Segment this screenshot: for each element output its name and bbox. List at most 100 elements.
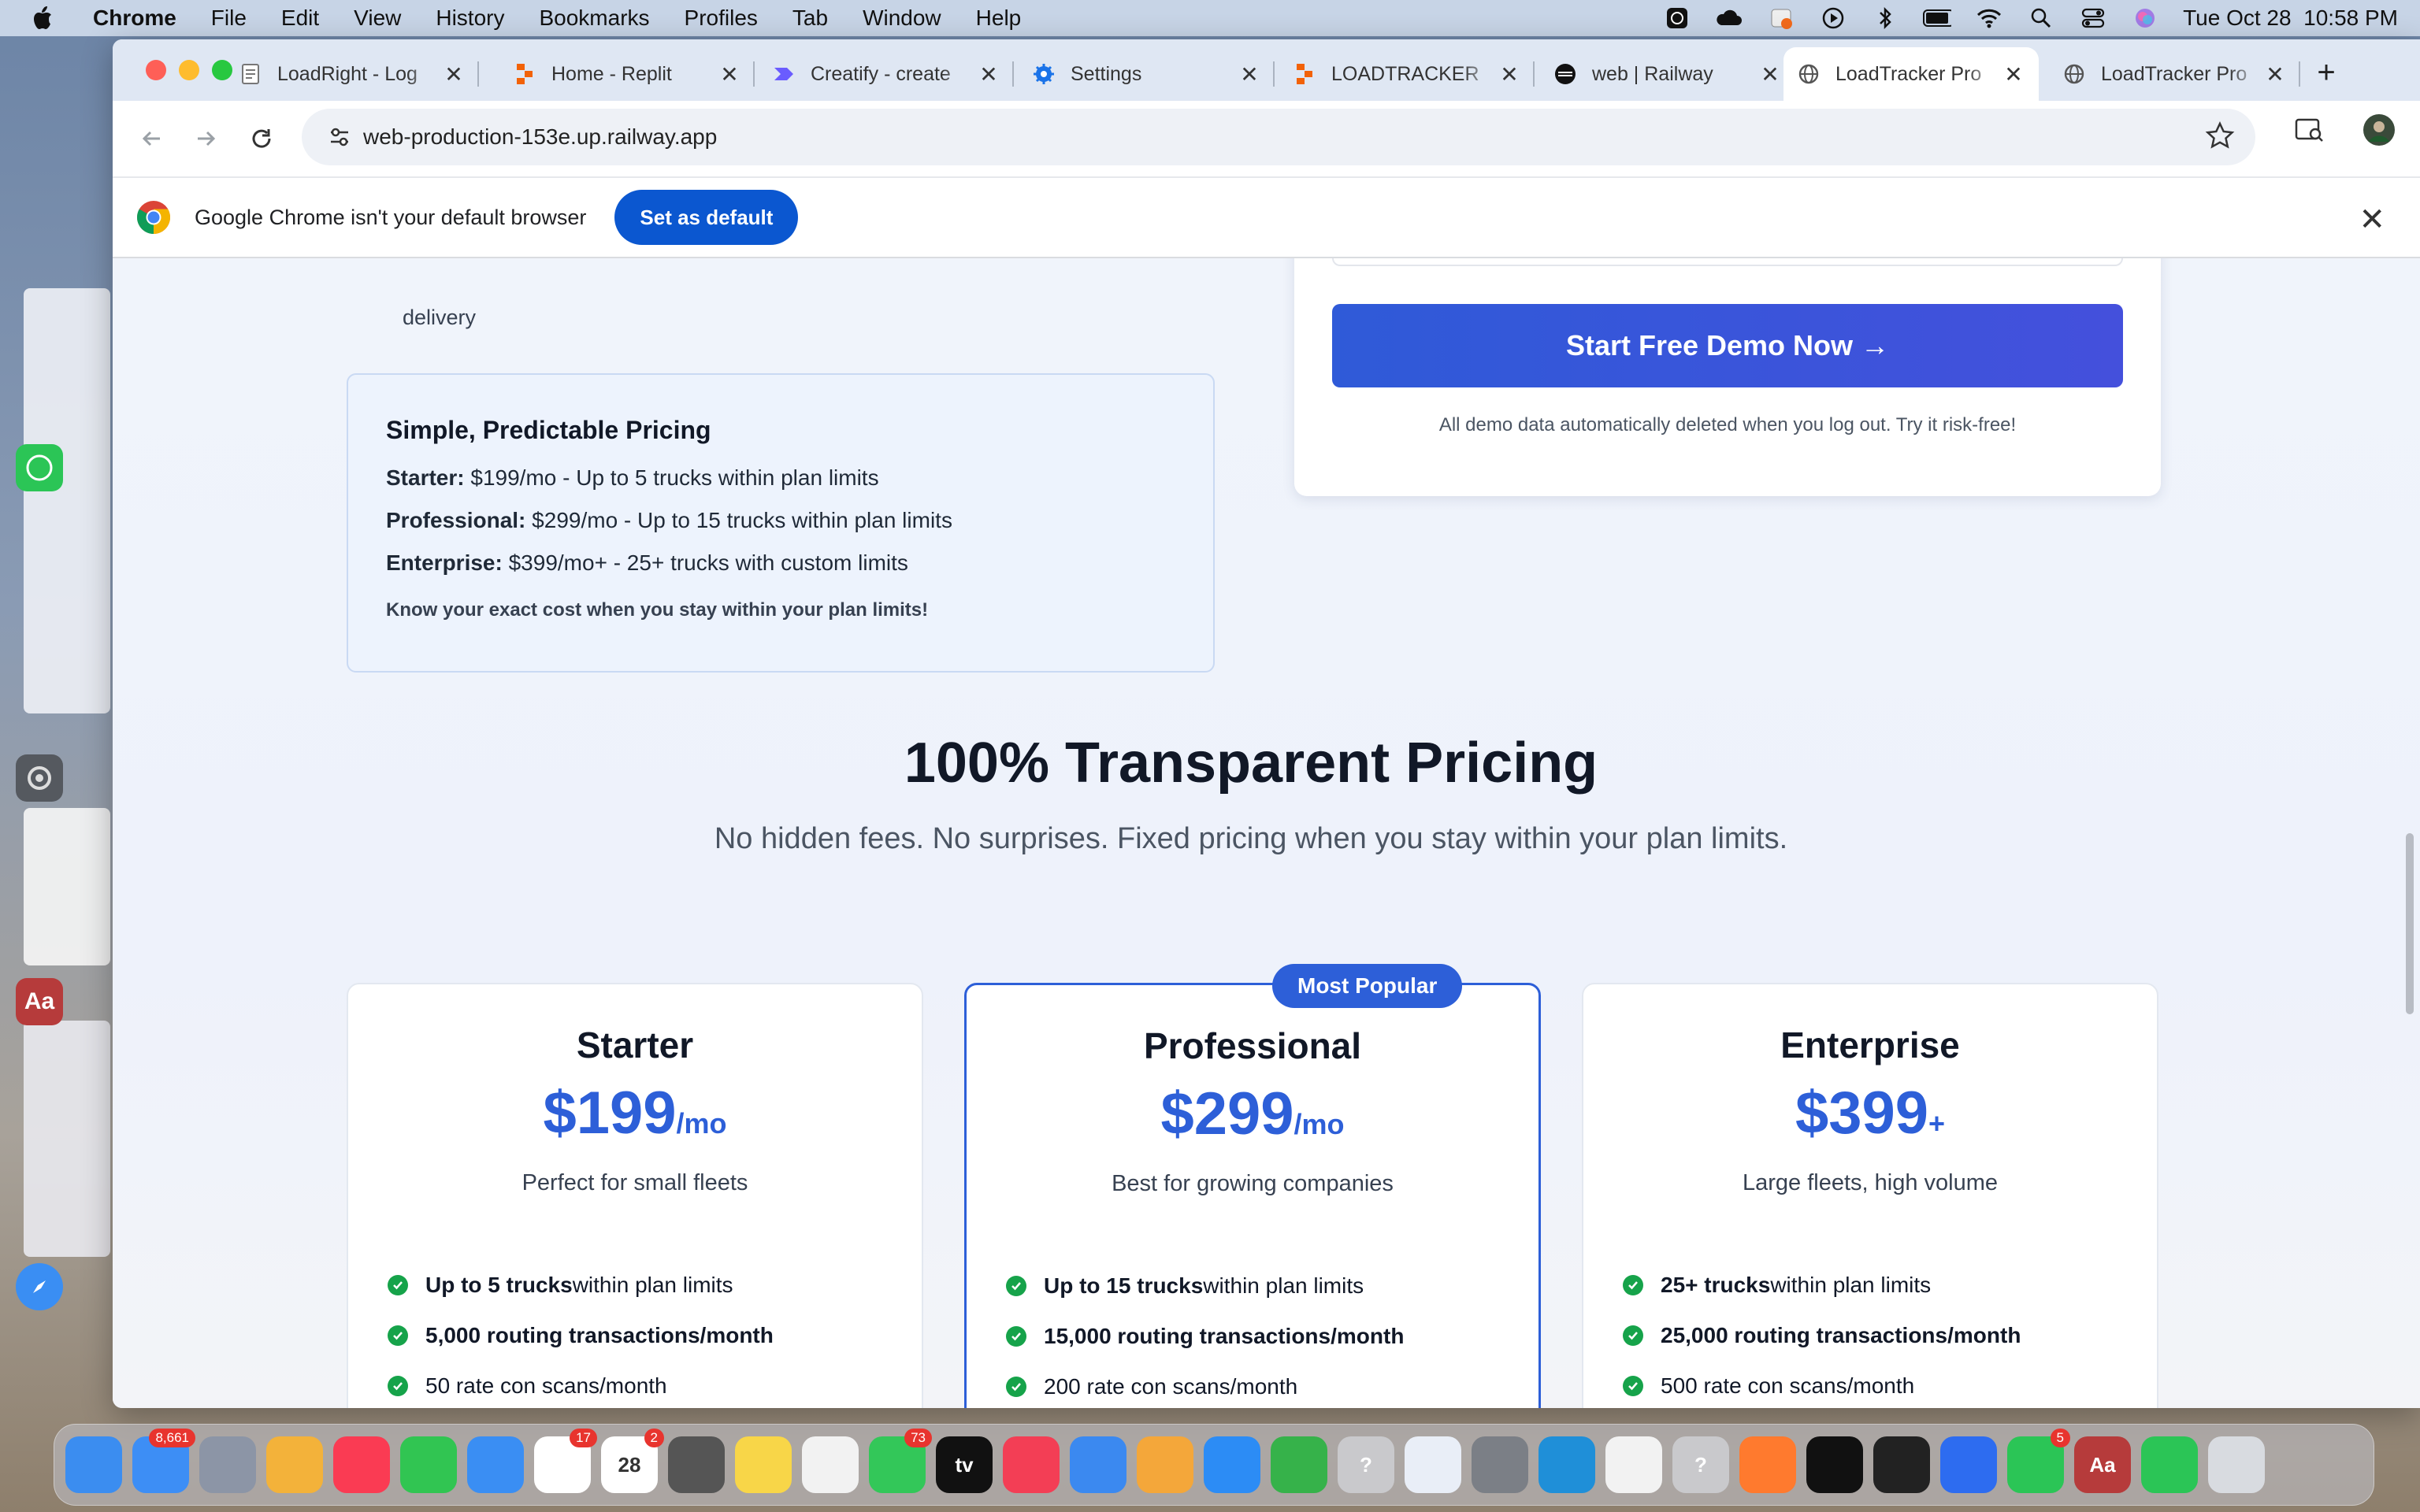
- bookmark-star-icon[interactable]: [2205, 121, 2235, 155]
- dictionary-window-icon[interactable]: Aa: [16, 978, 63, 1025]
- plan-description: Perfect for small fleets: [521, 1170, 748, 1195]
- unknown-2-dock-icon[interactable]: ?: [1672, 1436, 1729, 1493]
- tab-separator: [1533, 61, 1535, 87]
- keynote-dock-icon[interactable]: [1070, 1436, 1126, 1493]
- url-text[interactable]: web-production-153e.up.railway.app: [363, 124, 717, 150]
- news-dock-icon[interactable]: [1003, 1436, 1060, 1493]
- unknown-dock-icon[interactable]: ?: [1338, 1436, 1394, 1493]
- menu-help[interactable]: Help: [976, 6, 1022, 31]
- checkmark-icon: [388, 1275, 408, 1295]
- menu-clock[interactable]: Tue Oct 28 10:58 PM: [2183, 6, 2398, 31]
- close-infobar-icon[interactable]: ✕: [2359, 202, 2385, 238]
- notes-dock-icon[interactable]: [735, 1436, 792, 1493]
- close-tab-icon[interactable]: ✕: [715, 61, 744, 87]
- pages-dock-icon[interactable]: [1137, 1436, 1193, 1493]
- tab-7[interactable]: LoadTracker Pro ✕: [1783, 47, 2039, 101]
- siri-icon[interactable]: [2131, 6, 2159, 30]
- close-tab-icon[interactable]: ✕: [1756, 61, 1784, 87]
- reminders-dock-icon[interactable]: 17: [534, 1429, 597, 1493]
- tab-4[interactable]: Settings ✕: [1019, 47, 1275, 101]
- numbers-dock-icon[interactable]: [1271, 1436, 1327, 1493]
- forward-button[interactable]: [188, 120, 225, 157]
- profile-avatar[interactable]: [2362, 113, 2396, 150]
- app-store-dock-icon[interactable]: [1204, 1436, 1260, 1493]
- launchpad-dock-icon[interactable]: [199, 1436, 256, 1493]
- reload-button[interactable]: [243, 120, 280, 157]
- background-window[interactable]: [24, 288, 110, 713]
- system-settings-dock-icon[interactable]: [1472, 1436, 1528, 1493]
- menu-tab[interactable]: Tab: [792, 6, 828, 31]
- tab-3[interactable]: Creatify - create ✕: [759, 47, 1014, 101]
- calendar-dock-icon[interactable]: 28 2: [601, 1429, 664, 1493]
- address-bar[interactable]: web-production-153e.up.railway.app: [302, 109, 2255, 165]
- menu-view[interactable]: View: [354, 6, 401, 31]
- close-tab-icon[interactable]: ✕: [440, 61, 468, 87]
- menu-window[interactable]: Window: [863, 6, 941, 31]
- site-info-icon[interactable]: [324, 121, 355, 153]
- whatsapp-window-icon[interactable]: [16, 444, 63, 491]
- tab-2[interactable]: Home - Replit ✕: [499, 47, 755, 101]
- chatgpt-status-icon[interactable]: [1663, 6, 1691, 30]
- back-button[interactable]: [133, 120, 169, 157]
- close-tab-icon[interactable]: ✕: [1999, 61, 2028, 87]
- finder-dock-icon[interactable]: [65, 1436, 122, 1493]
- cloud-sync-icon[interactable]: [1715, 6, 1743, 30]
- checkmark-icon: [1623, 1376, 1643, 1396]
- safari-window-icon[interactable]: [16, 1263, 63, 1310]
- safari-dock-icon[interactable]: [467, 1436, 524, 1493]
- menu-app-name[interactable]: Chrome: [93, 6, 176, 31]
- bluetooth-icon[interactable]: [1871, 6, 1899, 30]
- plan-feature-list: Up to 5 trucks within plan limits 5,000 r…: [388, 1260, 774, 1408]
- whatsapp-dock-icon[interactable]: 5: [2007, 1429, 2070, 1493]
- battery-icon[interactable]: [1923, 6, 1952, 30]
- remote-app-dock-icon[interactable]: [1940, 1436, 1997, 1493]
- close-tab-icon[interactable]: ✕: [1235, 61, 1264, 87]
- firefox-dock-icon[interactable]: [1739, 1436, 1796, 1493]
- background-window[interactable]: [24, 808, 110, 965]
- apple-icon[interactable]: [30, 5, 54, 32]
- close-tab-icon[interactable]: ✕: [1495, 61, 1524, 87]
- tab-5[interactable]: LOADTRACKER ✕: [1279, 47, 1535, 101]
- dictionary-dock-icon[interactable]: Aa: [2074, 1436, 2131, 1493]
- edge-dock-icon[interactable]: [1538, 1436, 1595, 1493]
- music-dock-icon[interactable]: [333, 1436, 390, 1493]
- menu-bookmarks[interactable]: Bookmarks: [539, 6, 649, 31]
- whatsapp-2-dock-icon[interactable]: [2141, 1436, 2198, 1493]
- page-scrollbar[interactable]: [2406, 833, 2414, 1014]
- mail-dock-icon[interactable]: 8,661: [132, 1429, 195, 1493]
- messages-dock-icon[interactable]: 73: [869, 1429, 932, 1493]
- tv-dock-icon[interactable]: tv: [936, 1436, 993, 1493]
- facetime-dock-icon[interactable]: [400, 1436, 457, 1493]
- tab-1[interactable]: LoadRight - Log ✕: [225, 47, 479, 101]
- new-tab-button[interactable]: +: [2304, 50, 2348, 94]
- background-window[interactable]: [24, 1021, 110, 1257]
- close-tab-icon[interactable]: ✕: [974, 61, 1003, 87]
- set-as-default-button[interactable]: Set as default: [614, 190, 799, 245]
- xcode-dock-icon[interactable]: [1405, 1436, 1461, 1493]
- tab-8[interactable]: LoadTracker Pro ✕: [2049, 47, 2300, 101]
- close-window-button[interactable]: [146, 60, 166, 80]
- control-center-icon[interactable]: [2079, 6, 2107, 30]
- menu-file[interactable]: File: [211, 6, 247, 31]
- spotlight-search-icon[interactable]: [2027, 6, 2055, 30]
- chrome-dock-icon[interactable]: [1605, 1436, 1662, 1493]
- app-status-icon[interactable]: [1767, 6, 1795, 30]
- close-tab-icon[interactable]: ✕: [2261, 61, 2289, 87]
- wifi-icon[interactable]: [1975, 6, 2003, 30]
- photos-dock-icon[interactable]: [266, 1436, 323, 1493]
- play-icon[interactable]: [1819, 6, 1847, 30]
- tab-search-icon[interactable]: [2295, 117, 2325, 147]
- menu-profiles[interactable]: Profiles: [685, 6, 758, 31]
- menu-edit[interactable]: Edit: [281, 6, 319, 31]
- system-settings-window-icon[interactable]: [16, 754, 63, 802]
- menu-history[interactable]: History: [436, 6, 504, 31]
- tab-6[interactable]: web | Railway ✕: [1540, 47, 1795, 101]
- minimize-window-button[interactable]: [179, 60, 199, 80]
- demo-input-field[interactable]: [1332, 258, 2123, 266]
- freeform-dock-icon[interactable]: [802, 1436, 859, 1493]
- cube-app-dock-icon[interactable]: [1873, 1436, 1930, 1493]
- start-free-demo-button[interactable]: Start Free Demo Now →: [1332, 304, 2123, 387]
- chatgpt-dock-icon[interactable]: [1806, 1436, 1863, 1493]
- trash-dock-icon[interactable]: [2208, 1436, 2265, 1493]
- calculator-dock-icon[interactable]: [668, 1436, 725, 1493]
